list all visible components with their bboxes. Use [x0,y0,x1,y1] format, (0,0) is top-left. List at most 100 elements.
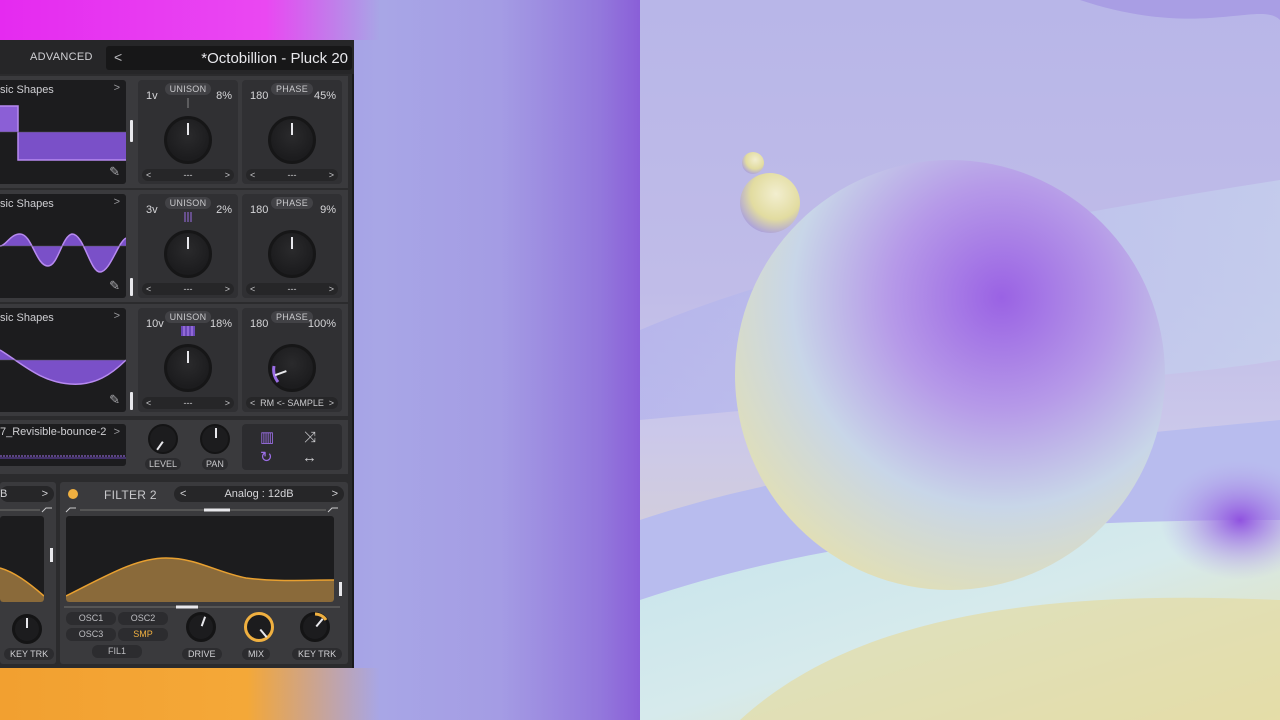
drive-label: DRIVE [182,648,222,660]
unison-knob[interactable] [164,344,212,392]
filter-1-panel: B > KEY TRK [0,482,56,664]
filter-2-cutoff-slider[interactable] [60,504,348,516]
unison-detune[interactable]: 18% [210,318,232,330]
chevron-left-icon[interactable]: < [114,49,122,65]
phase-random[interactable]: 45% [314,90,336,102]
phase-panel: 180 PHASE 45% < --- > [242,80,342,184]
filter-2-enable-toggle[interactable] [68,489,78,499]
sphere-artwork [640,0,1280,720]
magenta-band [0,0,380,40]
phase-panel: 180 PHASE 100% < RM <- SAMPLE > [242,308,342,412]
phase-mode-selector[interactable]: < --- > [246,283,338,295]
phase-mode-selector[interactable]: < RM <- SAMPLE > [246,397,338,409]
unison-spread-marker [187,98,189,108]
unison-detune[interactable]: 8% [216,90,232,102]
chevron-right-icon[interactable]: > [329,397,334,409]
chevron-right-icon[interactable]: > [332,486,338,502]
keytrack-arc [314,612,328,621]
synth-panel: ADVANCED < *Octobillion - Pluck 20 sic S… [0,40,354,668]
keyboard-icon[interactable]: ▥ [260,430,274,445]
unison-title: UNISON [164,311,212,323]
scroll-thumb[interactable] [130,120,133,142]
preset-name[interactable]: *Octobillion - Pluck 20 [201,50,348,67]
oscillator-3: sic Shapes > ✎ 10v UNISON 18% < --- > 18… [0,304,348,416]
route-osc2[interactable]: OSC2 [118,612,168,625]
preset-selector[interactable]: < *Octobillion - Pluck 20 [106,46,352,70]
wavetable-display[interactable]: sic Shapes > ✎ [0,194,126,298]
wavetable-display[interactable]: sic Shapes > ✎ [0,80,126,184]
filter-2-graph[interactable] [66,516,334,602]
unison-mode-selector[interactable]: < --- > [142,283,234,295]
sample-options: ▥ ⤨ ↻ ↔ [242,424,342,470]
unison-spread-marker [181,326,195,336]
unison-title: UNISON [164,83,212,95]
chevron-right-icon[interactable]: > [329,283,334,295]
filter-2-curve [66,557,334,602]
filter-1-keytrack-knob[interactable] [12,614,42,644]
mix-knob[interactable] [244,612,274,642]
chevron-left-icon[interactable]: < [250,397,255,409]
unison-detune[interactable]: 2% [216,204,232,216]
phase-knob[interactable] [268,230,316,278]
pencil-icon[interactable]: ✎ [109,278,120,294]
filter-1-slider[interactable] [0,504,56,516]
filter-1-keytrack-label: KEY TRK [4,648,55,660]
phase-knob[interactable] [268,344,316,392]
scroll-thumb[interactable] [130,392,133,410]
unison-knob[interactable] [164,230,212,278]
unison-knob[interactable] [164,116,212,164]
route-fil1[interactable]: FIL1 [92,645,142,658]
chevron-right-icon[interactable]: > [225,169,230,181]
filter-2-type-selector[interactable]: < Analog : 12dB > [174,486,344,502]
filter-1-graph[interactable] [0,516,44,602]
sample-pan-knob[interactable] [200,424,230,454]
wavetable-display[interactable]: sic Shapes > ✎ [0,308,126,412]
chevron-left-icon[interactable]: < [180,486,186,502]
phase-mode-selector[interactable]: < --- > [246,169,338,181]
saw-wave-graph [0,349,126,385]
phase-arc [272,365,280,383]
phase-title: PHASE [270,197,313,209]
unison-mode-selector[interactable]: < --- > [142,169,234,181]
unison-spread-marker [184,212,192,222]
unison-mode-selector[interactable]: < --- > [142,397,234,409]
filter-2-keytrack-label: KEY TRK [292,648,343,660]
filter-1-type-selector[interactable]: B > [0,486,54,502]
chevron-left-icon[interactable]: < [146,397,151,409]
chevron-left-icon[interactable]: < [250,169,255,181]
pencil-icon[interactable]: ✎ [109,392,120,408]
mix-label: MIX [242,648,271,660]
filter-2-title: FILTER 2 [104,488,157,502]
chevron-left-icon[interactable]: < [250,283,255,295]
drive-knob[interactable] [186,612,216,642]
chevron-left-icon[interactable]: < [146,283,151,295]
unison-title: UNISON [164,197,212,209]
pencil-icon[interactable]: ✎ [109,164,120,180]
chevron-right-icon[interactable]: > [225,283,230,295]
filter-2-scroll-thumb[interactable] [339,582,342,596]
phase-panel: 180 PHASE 9% < --- > [242,194,342,298]
phase-knob[interactable] [268,116,316,164]
advanced-tab[interactable]: ADVANCED [30,51,93,63]
filter-2-resonance-slider[interactable] [64,604,340,610]
filter-1-scroll-thumb[interactable] [50,548,53,562]
chevron-right-icon[interactable]: > [329,169,334,181]
chevron-right-icon[interactable]: > [42,486,48,502]
chevron-right-icon[interactable]: > [225,397,230,409]
sample-display[interactable]: 7_Revisible-bounce-2 > [0,424,126,466]
chevron-left-icon[interactable]: < [146,169,151,181]
route-smp[interactable]: SMP [118,628,168,641]
route-osc1[interactable]: OSC1 [66,612,116,625]
loop-icon[interactable]: ↻ [260,450,273,465]
filter-2-keytrack-knob[interactable] [300,612,330,642]
oscillator-1: sic Shapes > ✎ 1v UNISON 8% < --- > 180 … [0,76,348,188]
sample-level-knob[interactable] [148,424,178,454]
route-osc3[interactable]: OSC3 [66,628,116,641]
phase-random[interactable]: 9% [320,204,336,216]
square-wave-graph [0,105,126,161]
scroll-thumb[interactable] [130,278,133,296]
bounce-arrows-icon[interactable]: ↔ [302,450,317,465]
shuffle-icon[interactable]: ⤨ [304,430,316,445]
filter-1-curve [0,567,44,602]
phase-random[interactable]: 100% [308,318,336,330]
